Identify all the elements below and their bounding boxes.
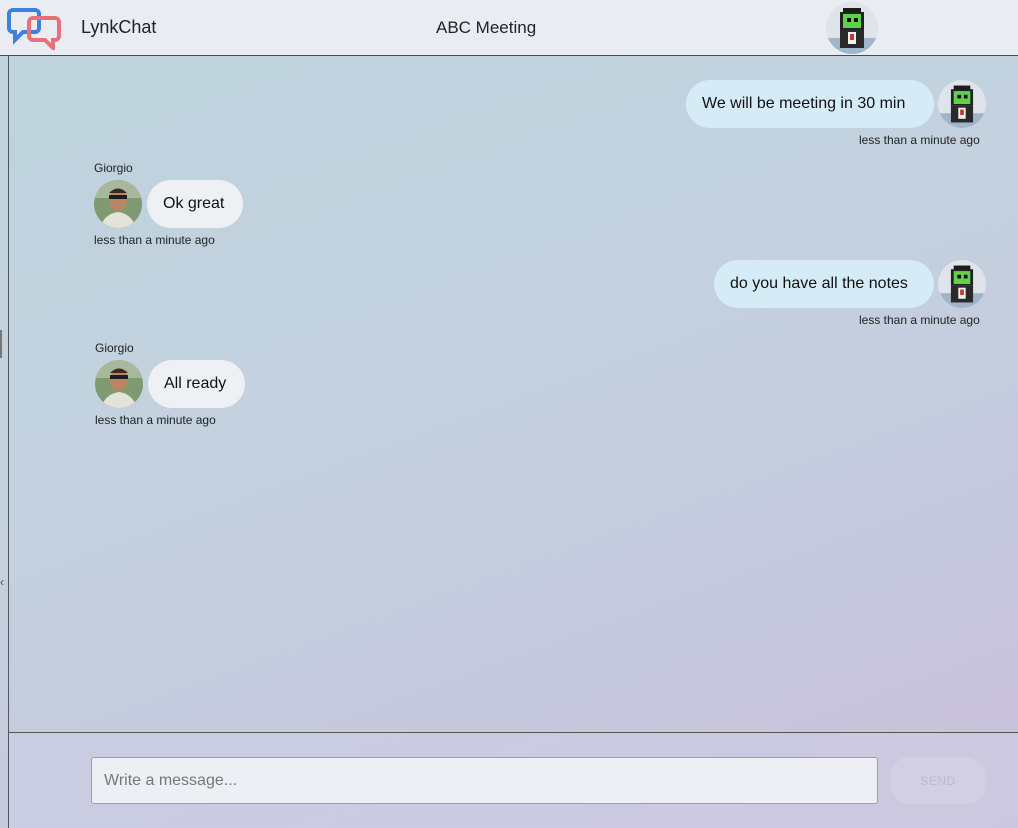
left-panel-edge[interactable] [8, 56, 9, 828]
sender-name: Giorgio [94, 161, 133, 175]
sender-name: Giorgio [95, 341, 134, 355]
app-header: LynkChat ABC Meeting [0, 0, 1018, 56]
message-bubble-incoming: Ok great [147, 180, 243, 228]
app-name: LynkChat [81, 17, 157, 37]
pixel-avatar-icon [826, 2, 878, 54]
collapse-arrow-icon[interactable]: ‹ [0, 575, 4, 589]
giorgio-avatar[interactable] [94, 180, 142, 228]
my-avatar [938, 260, 986, 308]
pixel-avatar-icon [938, 80, 986, 128]
giorgio-avatar[interactable] [95, 360, 143, 408]
chat-title: ABC Meeting [436, 18, 537, 37]
left-panel-handle[interactable] [0, 330, 2, 358]
chat-bubbles-logo-icon[interactable] [7, 4, 65, 50]
message-timestamp: less than a minute ago [859, 313, 980, 327]
message-input[interactable] [91, 757, 878, 804]
my-avatar [938, 80, 986, 128]
pixel-avatar-icon [938, 260, 986, 308]
user-avatar[interactable] [826, 2, 878, 54]
message-timestamp: less than a minute ago [859, 133, 980, 147]
message-bubble-incoming: All ready [148, 360, 245, 408]
message-timestamp: less than a minute ago [94, 233, 215, 247]
send-button[interactable]: SEND [890, 757, 986, 804]
message-bubble-outgoing: do you have all the notes [714, 260, 934, 308]
person-photo-icon [94, 180, 142, 228]
person-photo-icon [95, 360, 143, 408]
message-timestamp: less than a minute ago [95, 413, 216, 427]
message-bubble-outgoing: We will be meeting in 30 min [686, 80, 934, 128]
